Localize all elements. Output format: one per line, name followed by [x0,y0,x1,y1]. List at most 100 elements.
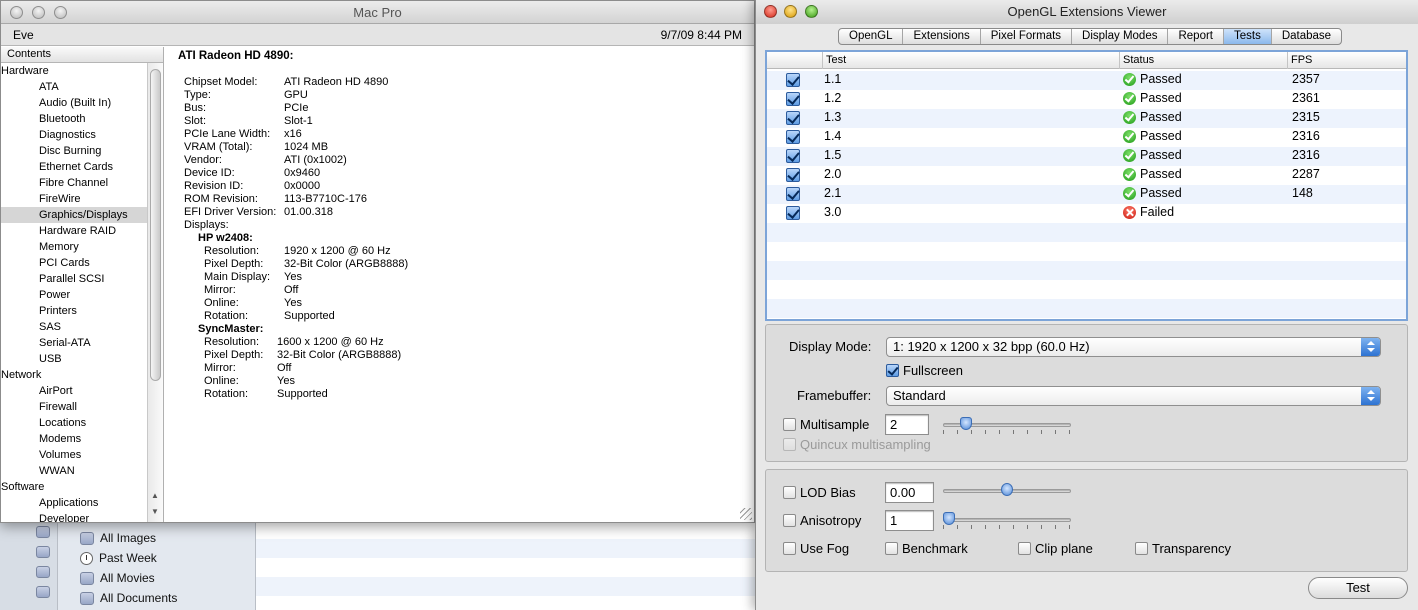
sidebar-item-ata[interactable]: ATA [1,79,147,95]
finder-item-all-movies[interactable]: All Movies [80,568,155,588]
contents-header[interactable]: Contents [1,47,163,63]
table-row[interactable]: 1.1 Passed 2357 [767,70,1406,89]
sidebar-item-modems[interactable]: Modems [1,431,147,447]
sidebar-item-volumes[interactable]: Volumes [1,447,147,463]
title-bar[interactable]: Mac Pro [1,1,754,24]
table-row[interactable]: 1.2 Passed 2361 [767,89,1406,108]
sidebar-item-applications[interactable]: Applications [1,495,147,511]
title-bar[interactable]: OpenGL Extensions Viewer [756,0,1418,24]
display-mode-select[interactable]: 1: 1920 x 1200 x 32 bpp (60.0 Hz) [886,337,1381,357]
sidebar-item-memory[interactable]: Memory [1,239,147,255]
test-button[interactable]: Test [1308,577,1408,599]
tab-report[interactable]: Report [1168,29,1224,44]
test-enabled-checkbox[interactable] [786,111,800,125]
test-enabled-checkbox[interactable] [786,149,800,163]
slider-knob[interactable] [943,512,955,525]
sidebar-item-locations[interactable]: Locations [1,415,147,431]
sidebar-item-usb[interactable]: USB [1,351,147,367]
finder-item-all-documents[interactable]: All Documents [80,588,177,608]
detail-row: Device ID: 0x9460 [178,167,749,180]
display-mode-value: 1: 1920 x 1200 x 32 bpp (60.0 Hz) [893,339,1090,354]
table-row[interactable]: 1.3 Passed 2315 [767,108,1406,127]
finder-item-all-images[interactable]: All Images [80,528,156,548]
sidebar-item-wwan[interactable]: WWAN [1,463,147,479]
column-header-fps[interactable]: FPS [1291,54,1312,66]
sidebar-category-software[interactable]: Software [1,479,147,495]
tests-table[interactable]: Test Status FPS 1.1 Passed 2357 1.2 Passed 23… [765,50,1408,321]
sidebar-item-label: Ethernet Cards [39,161,113,173]
table-row[interactable]: 1.4 Passed 2316 [767,127,1406,146]
multisample-label: Multisample [800,417,870,432]
test-enabled-checkbox[interactable] [786,187,800,201]
scroll-down-arrow-icon[interactable]: ▼ [151,507,159,516]
framebuffer-value: Standard [893,388,946,403]
sidebar-item-bluetooth[interactable]: Bluetooth [1,111,147,127]
test-enabled-checkbox[interactable] [786,206,800,220]
sidebar-item-power[interactable]: Power [1,287,147,303]
tab-display-modes[interactable]: Display Modes [1072,29,1169,44]
fullscreen-checkbox[interactable] [886,364,899,377]
lod-bias-slider[interactable] [943,483,1071,498]
column-header-test[interactable]: Test [826,54,846,66]
transparency-checkbox[interactable] [1135,542,1148,555]
sidebar-scrollbar[interactable]: ▲ ▼ [147,63,163,522]
sidebar-category-network[interactable]: Network [1,367,147,383]
tab-pixel-formats[interactable]: Pixel Formats [981,29,1073,44]
scroll-thumb[interactable] [150,69,161,381]
detail-key: Chipset Model: [184,76,258,88]
anisotropy-slider[interactable] [943,512,1071,529]
test-enabled-checkbox[interactable] [786,73,800,87]
anisotropy-checkbox[interactable] [783,514,796,527]
table-row[interactable]: 2.0 Passed 2287 [767,165,1406,184]
sidebar-item-developer[interactable]: Developer [1,511,147,522]
clip-plane-checkbox[interactable] [1018,542,1031,555]
scroll-up-arrow-icon[interactable]: ▲ [151,491,159,500]
sidebar-item-serial-ata[interactable]: Serial-ATA [1,335,147,351]
finder-item-past-week[interactable]: Past Week [80,548,157,568]
detail-value: ATI Radeon HD 4890 [284,76,389,88]
table-row[interactable]: 2.1 Passed 148 [767,184,1406,203]
sidebar-item-sas[interactable]: SAS [1,319,147,335]
test-enabled-checkbox[interactable] [786,130,800,144]
slider-knob[interactable] [1001,483,1013,496]
sidebar-item-graphics-displays[interactable]: Graphics/Displays [1,207,147,223]
tab-opengl[interactable]: OpenGL [839,29,904,44]
resize-grip-icon[interactable] [740,508,752,520]
sidebar-item-firewall[interactable]: Firewall [1,399,147,415]
tab-tests[interactable]: Tests [1224,29,1272,44]
multisample-checkbox[interactable] [783,418,796,431]
multisample-field[interactable]: 2 [885,414,929,435]
detail-key: Type: [184,89,211,101]
sidebar-item-audio-built-in[interactable]: Audio (Built In) [1,95,147,111]
sidebar-item-diagnostics[interactable]: Diagnostics [1,127,147,143]
sidebar-item-fibre-channel[interactable]: Fibre Channel [1,175,147,191]
slider-knob[interactable] [960,417,972,430]
sidebar-item-disc-burning[interactable]: Disc Burning [1,143,147,159]
table-row[interactable]: 3.0 Failed [767,203,1406,222]
finder-content-area[interactable] [256,520,760,610]
sidebar-category-hardware[interactable]: Hardware [1,63,147,79]
sidebar-item-ethernet-cards[interactable]: Ethernet Cards [1,159,147,175]
test-enabled-checkbox[interactable] [786,168,800,182]
test-name: 1.1 [824,72,842,86]
framebuffer-select[interactable]: Standard [886,386,1381,406]
sidebar-item-pci-cards[interactable]: PCI Cards [1,255,147,271]
anisotropy-field[interactable]: 1 [885,510,934,531]
sidebar-item-hardware-raid[interactable]: Hardware RAID [1,223,147,239]
multisample-slider[interactable] [943,417,1071,434]
tab-extensions[interactable]: Extensions [903,29,981,44]
benchmark-checkbox[interactable] [885,542,898,555]
lod-bias-field[interactable]: 0.00 [885,482,934,503]
sidebar-item-airport[interactable]: AirPort [1,383,147,399]
test-enabled-checkbox[interactable] [786,92,800,106]
sidebar-item-parallel-scsi[interactable]: Parallel SCSI [1,271,147,287]
sidebar-item-label: Parallel SCSI [39,273,105,285]
test-name: 2.1 [824,186,842,200]
column-header-status[interactable]: Status [1123,54,1154,66]
sidebar-item-printers[interactable]: Printers [1,303,147,319]
use-fog-checkbox[interactable] [783,542,796,555]
lod-bias-checkbox[interactable] [783,486,796,499]
sidebar-item-firewire[interactable]: FireWire [1,191,147,207]
tab-database[interactable]: Database [1272,29,1341,44]
table-row[interactable]: 1.5 Passed 2316 [767,146,1406,165]
